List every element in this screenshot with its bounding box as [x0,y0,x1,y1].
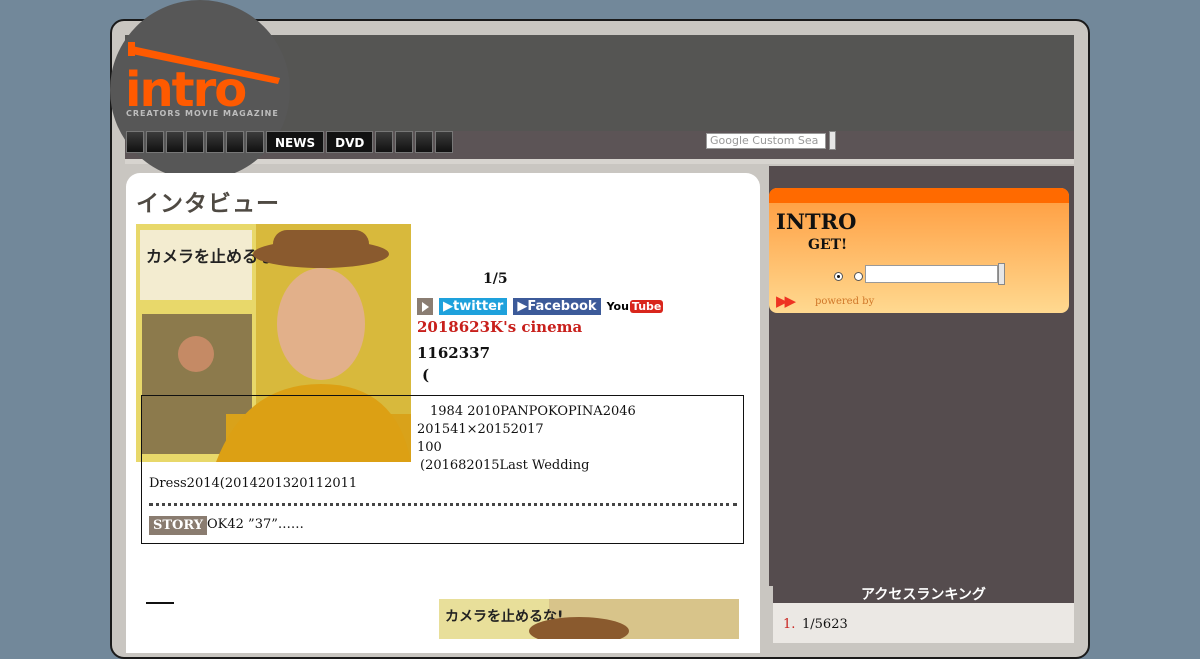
nav-tab-blank[interactable] [375,131,394,153]
nav-tab-blank[interactable] [186,131,204,153]
main-nav: NEWS DVD [126,131,455,155]
facebook-button[interactable]: ▶Facebook [513,297,601,315]
double-arrow-icon: ▶▶ [776,292,796,310]
widget-subtitle: GET! [808,237,848,253]
article-paren: ( [422,366,430,384]
profile-line: (201682015Last Wedding [420,458,590,473]
twitter-button[interactable]: ▶twitter [439,297,508,315]
widget-search-input[interactable] [865,265,998,283]
logo-tagline: CREATORS MOVIE MAGAZINE [126,109,279,118]
nav-tab-blank[interactable] [415,131,434,153]
nav-tab-dvd[interactable]: DVD [326,131,374,153]
youtube-label-b: Tube [629,299,664,313]
youtube-button[interactable]: You Tube [606,299,664,313]
profile-line: 201541×20152017 [417,422,544,437]
article-red-title: 2018623K's cinema [417,318,583,336]
interview-photo-2[interactable]: カメラを止めるな! [439,599,739,639]
powered-by: powered by [815,296,875,307]
facebook-label: Facebook [527,298,597,314]
ranking-title: アクセスランキング [773,576,1074,603]
youtube-label-a: You [606,299,629,313]
search-input[interactable]: Google Custom Sea [706,133,826,149]
profile-line: 100 [417,440,442,455]
radio-option-2[interactable] [854,272,863,281]
nav-tab-blank[interactable] [246,131,264,153]
story-label: STORY [149,516,208,535]
play-icon[interactable] [417,297,433,315]
nav-tab-blank[interactable] [226,131,244,153]
radio-option-1[interactable] [834,272,843,281]
share-bar: ▶twitter ▶Facebook You Tube [417,297,664,315]
story-text: OK42 ”37”…… [207,517,304,532]
section-dash [146,602,174,604]
nav-tab-blank[interactable] [206,131,224,153]
nav-tab-news[interactable]: NEWS [266,131,325,153]
header-separator [125,159,1074,164]
nav-tab-blank[interactable] [126,131,144,153]
profile-line: Dress2014(2014201320112011 [149,476,358,491]
page-title: インタビュー [136,191,280,217]
widget-title: INTRO [776,209,857,234]
dotted-divider [149,503,737,506]
nav-tab-blank[interactable] [395,131,414,153]
search-button[interactable] [829,131,836,150]
widget-search-button[interactable] [998,263,1005,285]
article-subtitle: 1162337 [417,344,491,362]
nav-tab-blank[interactable] [166,131,184,153]
nav-tab-blank[interactable] [146,131,164,153]
page-counter: 1/5 [483,271,508,287]
nav-tab-blank[interactable] [435,131,454,153]
twitter-label: twitter [453,298,504,314]
profile-line: 1984 2010PANPOKOPINA2046 [430,404,636,419]
